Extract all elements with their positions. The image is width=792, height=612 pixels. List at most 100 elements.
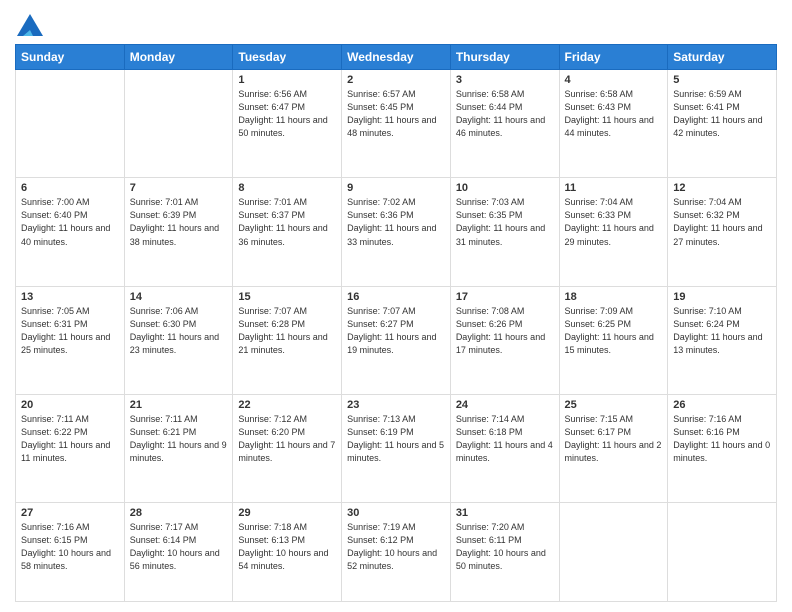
calendar-cell: 22 Sunrise: 7:12 AM Sunset: 6:20 PM Dayli… (233, 394, 342, 502)
calendar-cell (559, 502, 668, 601)
calendar-week-4: 20 Sunrise: 7:11 AM Sunset: 6:22 PM Dayli… (16, 394, 777, 502)
day-number: 12 (673, 182, 771, 194)
calendar-cell: 8Sunrise: 7:01 AM Sunset: 6:37 PM Daylig… (233, 178, 342, 286)
day-info: Sunrise: 7:11 AM Sunset: 6:21 PM Dayligh… (130, 413, 228, 465)
day-info: Sunrise: 7:14 AM Sunset: 6:18 PM Dayligh… (456, 413, 554, 465)
day-info: Sunrise: 6:58 AM Sunset: 6:43 PM Dayligh… (565, 88, 663, 140)
calendar-cell: 10Sunrise: 7:03 AM Sunset: 6:35 PM Dayli… (450, 178, 559, 286)
calendar-cell: 30 Sunrise: 7:19 AM Sunset: 6:12 PM Dayli… (342, 502, 451, 601)
calendar-cell: 28 Sunrise: 7:17 AM Sunset: 6:14 PM Dayli… (124, 502, 233, 601)
calendar-cell: 26 Sunrise: 7:16 AM Sunset: 6:16 PM Dayli… (668, 394, 777, 502)
calendar-cell: 20 Sunrise: 7:11 AM Sunset: 6:22 PM Dayli… (16, 394, 125, 502)
day-info: Sunrise: 7:17 AM Sunset: 6:14 PM Dayligh… (130, 521, 228, 573)
calendar-cell: 16Sunrise: 7:07 AM Sunset: 6:27 PM Dayli… (342, 286, 451, 394)
day-number: 4 (565, 74, 663, 86)
weekday-header-row: SundayMondayTuesdayWednesdayThursdayFrid… (16, 45, 777, 70)
calendar-week-2: 6 Sunrise: 7:00 AM Sunset: 6:40 PM Daylig… (16, 178, 777, 286)
day-info: Sunrise: 7:01 AM Sunset: 6:39 PM Dayligh… (130, 196, 228, 248)
calendar-cell: 15 Sunrise: 7:07 AM Sunset: 6:28 PM Dayli… (233, 286, 342, 394)
day-info: Sunrise: 7:06 AM Sunset: 6:30 PM Dayligh… (130, 305, 228, 357)
calendar-cell: 5Sunrise: 6:59 AM Sunset: 6:41 PM Daylig… (668, 70, 777, 178)
calendar-cell: 1 Sunrise: 6:56 AM Sunset: 6:47 PM Daylig… (233, 70, 342, 178)
calendar-cell: 14 Sunrise: 7:06 AM Sunset: 6:30 PM Dayli… (124, 286, 233, 394)
calendar-week-1: 1 Sunrise: 6:56 AM Sunset: 6:47 PM Daylig… (16, 70, 777, 178)
calendar-cell: 12 Sunrise: 7:04 AM Sunset: 6:32 PM Dayli… (668, 178, 777, 286)
calendar-week-3: 13 Sunrise: 7:05 AM Sunset: 6:31 PM Dayli… (16, 286, 777, 394)
day-info: Sunrise: 6:58 AM Sunset: 6:44 PM Dayligh… (456, 88, 554, 140)
weekday-header-monday: Monday (124, 45, 233, 70)
header (15, 10, 777, 36)
day-number: 27 (21, 507, 119, 519)
day-number: 1 (238, 74, 336, 86)
day-number: 19 (673, 291, 771, 303)
day-info: Sunrise: 7:15 AM Sunset: 6:17 PM Dayligh… (565, 413, 663, 465)
calendar-cell: 11 Sunrise: 7:04 AM Sunset: 6:33 PM Dayli… (559, 178, 668, 286)
day-number: 18 (565, 291, 663, 303)
weekday-header-friday: Friday (559, 45, 668, 70)
day-info: Sunrise: 7:10 AM Sunset: 6:24 PM Dayligh… (673, 305, 771, 357)
calendar-cell: 4 Sunrise: 6:58 AM Sunset: 6:43 PM Daylig… (559, 70, 668, 178)
day-number: 25 (565, 399, 663, 411)
calendar-cell: 7 Sunrise: 7:01 AM Sunset: 6:39 PM Daylig… (124, 178, 233, 286)
page: SundayMondayTuesdayWednesdayThursdayFrid… (0, 0, 792, 612)
day-info: Sunrise: 7:12 AM Sunset: 6:20 PM Dayligh… (238, 413, 336, 465)
day-number: 20 (21, 399, 119, 411)
day-number: 22 (238, 399, 336, 411)
day-number: 3 (456, 74, 554, 86)
day-info: Sunrise: 7:19 AM Sunset: 6:12 PM Dayligh… (347, 521, 445, 573)
calendar-cell: 23Sunrise: 7:13 AM Sunset: 6:19 PM Dayli… (342, 394, 451, 502)
calendar-cell: 2 Sunrise: 6:57 AM Sunset: 6:45 PM Daylig… (342, 70, 451, 178)
logo-text (15, 14, 43, 36)
day-number: 14 (130, 291, 228, 303)
day-number: 17 (456, 291, 554, 303)
day-number: 24 (456, 399, 554, 411)
day-info: Sunrise: 7:00 AM Sunset: 6:40 PM Dayligh… (21, 196, 119, 248)
day-number: 31 (456, 507, 554, 519)
day-info: Sunrise: 7:04 AM Sunset: 6:33 PM Dayligh… (565, 196, 663, 248)
day-number: 13 (21, 291, 119, 303)
calendar-cell: 3 Sunrise: 6:58 AM Sunset: 6:44 PM Daylig… (450, 70, 559, 178)
calendar-cell: 31Sunrise: 7:20 AM Sunset: 6:11 PM Dayli… (450, 502, 559, 601)
day-number: 28 (130, 507, 228, 519)
day-number: 9 (347, 182, 445, 194)
calendar-week-5: 27 Sunrise: 7:16 AM Sunset: 6:15 PM Dayli… (16, 502, 777, 601)
day-number: 21 (130, 399, 228, 411)
day-number: 26 (673, 399, 771, 411)
day-number: 11 (565, 182, 663, 194)
day-number: 2 (347, 74, 445, 86)
day-number: 6 (21, 182, 119, 194)
day-info: Sunrise: 7:05 AM Sunset: 6:31 PM Dayligh… (21, 305, 119, 357)
day-info: Sunrise: 7:18 AM Sunset: 6:13 PM Dayligh… (238, 521, 336, 573)
calendar-cell: 21 Sunrise: 7:11 AM Sunset: 6:21 PM Dayli… (124, 394, 233, 502)
day-number: 7 (130, 182, 228, 194)
day-info: Sunrise: 7:16 AM Sunset: 6:15 PM Dayligh… (21, 521, 119, 573)
day-number: 15 (238, 291, 336, 303)
day-number: 29 (238, 507, 336, 519)
day-info: Sunrise: 6:56 AM Sunset: 6:47 PM Dayligh… (238, 88, 336, 140)
logo (15, 14, 45, 36)
day-info: Sunrise: 7:04 AM Sunset: 6:32 PM Dayligh… (673, 196, 771, 248)
calendar-cell: 18 Sunrise: 7:09 AM Sunset: 6:25 PM Dayli… (559, 286, 668, 394)
calendar-cell (124, 70, 233, 178)
calendar-cell (668, 502, 777, 601)
day-number: 30 (347, 507, 445, 519)
day-info: Sunrise: 7:09 AM Sunset: 6:25 PM Dayligh… (565, 305, 663, 357)
day-info: Sunrise: 7:11 AM Sunset: 6:22 PM Dayligh… (21, 413, 119, 465)
day-info: Sunrise: 7:01 AM Sunset: 6:37 PM Dayligh… (238, 196, 336, 248)
day-info: Sunrise: 7:07 AM Sunset: 6:28 PM Dayligh… (238, 305, 336, 357)
day-info: Sunrise: 7:07 AM Sunset: 6:27 PM Dayligh… (347, 305, 445, 357)
calendar-cell: 19 Sunrise: 7:10 AM Sunset: 6:24 PM Dayli… (668, 286, 777, 394)
day-info: Sunrise: 7:02 AM Sunset: 6:36 PM Dayligh… (347, 196, 445, 248)
day-number: 5 (673, 74, 771, 86)
day-info: Sunrise: 7:16 AM Sunset: 6:16 PM Dayligh… (673, 413, 771, 465)
calendar-cell: 27 Sunrise: 7:16 AM Sunset: 6:15 PM Dayli… (16, 502, 125, 601)
day-info: Sunrise: 7:13 AM Sunset: 6:19 PM Dayligh… (347, 413, 445, 465)
calendar-cell: 29 Sunrise: 7:18 AM Sunset: 6:13 PM Dayli… (233, 502, 342, 601)
day-number: 10 (456, 182, 554, 194)
weekday-header-saturday: Saturday (668, 45, 777, 70)
logo-icon (17, 14, 43, 36)
weekday-header-tuesday: Tuesday (233, 45, 342, 70)
calendar-cell: 6 Sunrise: 7:00 AM Sunset: 6:40 PM Daylig… (16, 178, 125, 286)
day-info: Sunrise: 6:57 AM Sunset: 6:45 PM Dayligh… (347, 88, 445, 140)
weekday-header-sunday: Sunday (16, 45, 125, 70)
